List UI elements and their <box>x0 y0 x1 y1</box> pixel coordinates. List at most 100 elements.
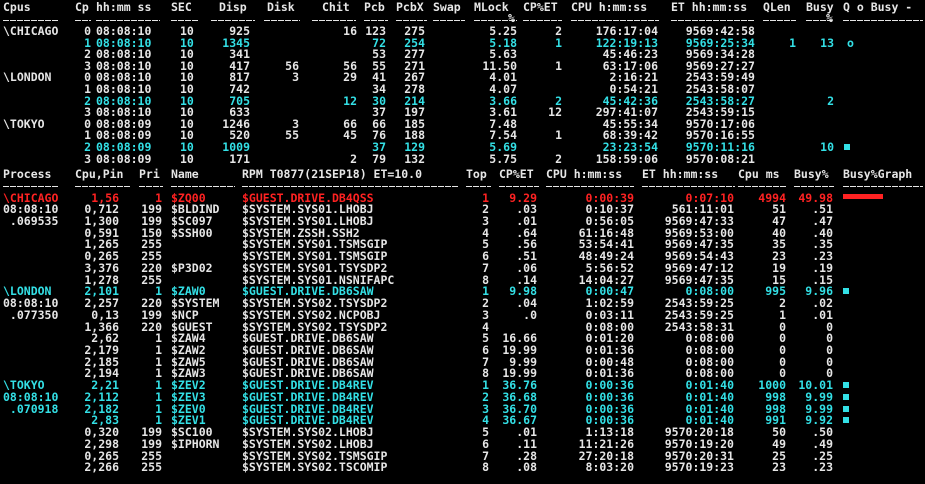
col-header-cp-et: CP%ET <box>523 0 558 14</box>
col-header-qlen: QLen <box>763 0 791 14</box>
cpu-row-busy: 2 <box>827 93 834 108</box>
cpu-row-chit: 2 <box>350 151 357 166</box>
col-header-pcb: Pcb <box>364 0 385 14</box>
cpu-row-node: \CHICAGO <box>3 24 59 38</box>
proc-header-name: Name <box>171 167 199 181</box>
header-underline <box>523 20 562 21</box>
proc-header-busy-pct: Busy% <box>794 167 829 181</box>
cpu-row-disk: 55 <box>285 128 299 143</box>
proc-row-cpu: 8:03:20 <box>585 460 634 475</box>
proc-row-et: 2543:59:25 <box>664 307 734 322</box>
proc-header-et-time: ET hh:mm:ss <box>642 167 719 181</box>
cpu-row-disk: 3 <box>292 70 299 85</box>
header-underline <box>571 20 659 21</box>
proc-header-busy-graph: Busy%Graph <box>843 167 913 181</box>
proc-row-top: 3 <box>482 307 489 322</box>
proc-header-rpm: RPM T0877(21SEP18) ET=10.0 <box>242 167 423 181</box>
header-underline <box>211 20 255 21</box>
col-header-cpus: Cpus <box>3 0 31 14</box>
proc-header-underline <box>466 186 491 187</box>
cpu-row-busy: 13 <box>820 35 834 50</box>
proc-header-underline <box>499 186 539 187</box>
header-underline <box>3 20 58 21</box>
header-underline <box>96 20 160 21</box>
cpu-row-chit: 12 <box>343 93 357 108</box>
cpu-row-node: \TOKYO <box>3 116 45 131</box>
proc-row-prog: $SYSTEM.SYS02.TSCOMIP <box>242 460 388 475</box>
proc-header-cp-et: CP%ET <box>499 167 534 181</box>
col-header-swap: Swap <box>433 0 461 14</box>
header-underline <box>806 20 832 21</box>
proc-row-pri: 199 <box>141 307 162 322</box>
proc-header-cpu-time: CPU h:mm:ss <box>546 167 623 181</box>
node-side-label: .069535 <box>3 213 59 228</box>
proc-row-busy: .01 <box>812 307 833 322</box>
header-underline <box>312 20 356 21</box>
col-header-disk: Disk <box>267 0 295 14</box>
cpu-row-busy: 10 <box>820 140 834 154</box>
busy-graph-bar <box>843 382 849 389</box>
header-underline <box>474 20 517 21</box>
col-header-hhmmss: hh:mm ss <box>96 0 152 14</box>
header-underline <box>843 20 923 21</box>
busy-graph-bar <box>843 288 849 295</box>
busy-block-indicator <box>844 144 850 150</box>
cpu-row-node: \LONDON <box>3 70 52 85</box>
busy-pct-mark: % <box>826 11 833 25</box>
proc-row-top: 8 <box>482 460 489 475</box>
proc-row-et: 9570:19:23 <box>664 460 734 475</box>
cpu-row-q: o <box>847 35 854 50</box>
proc-row-name: $P3D02 <box>171 260 213 275</box>
cpu-row-cpet: 1 <box>555 128 562 143</box>
cpu-row-pcb: 79 <box>372 151 386 166</box>
cpu-row-et: 9570:08:21 <box>685 151 755 166</box>
cpu-row-mlock: 5.75 <box>489 151 517 166</box>
col-header-disp: Disp <box>219 0 247 14</box>
header-underline <box>171 20 199 21</box>
proc-header-underline <box>171 186 235 187</box>
proc-header-top: Top <box>466 167 487 181</box>
col-header-chit: Chit <box>322 0 350 14</box>
cpu-row-cpet: 1 <box>555 35 562 50</box>
proc-row-cpet: .0 <box>523 307 537 322</box>
cpu-row-time: 08:08:09 <box>96 151 152 166</box>
proc-row-cpu: 0:03:11 <box>585 307 634 322</box>
cpu-row-cpu: 158:59:06 <box>595 151 658 166</box>
cpu-row-cpet: 1 <box>555 58 562 73</box>
cpu-row-chit: 16 <box>343 24 357 38</box>
proc-header-underline <box>546 186 634 187</box>
cpu-row-qlen: 1 <box>789 35 796 50</box>
proc-row-name: $IPHORN <box>171 436 220 451</box>
proc-header-cpu-pin: Cpu,Pin <box>75 167 124 181</box>
proc-header-cpu-ms: Cpu ms <box>738 167 780 181</box>
busy-graph-bar <box>843 193 883 199</box>
proc-row-cpums: 1 <box>779 307 786 322</box>
cpu-row-cpet: 12 <box>548 105 562 120</box>
proc-header-underline <box>139 186 163 187</box>
proc-header-pri: Pri <box>139 167 160 181</box>
cpu-row-sec: 10 <box>180 151 194 166</box>
proc-header-underline <box>75 186 131 187</box>
col-header-et-time: ET hh:mm:ss <box>671 0 748 14</box>
cpu-row-cpet: 2 <box>555 151 562 166</box>
proc-header-underline <box>794 186 834 187</box>
proc-row-cpupin: 0,13 <box>91 307 119 322</box>
mlock-pct-mark: % <box>508 11 515 25</box>
header-underline <box>396 20 427 21</box>
col-header-sec: SEC <box>171 0 192 14</box>
col-header-mlock: MLock <box>474 0 509 14</box>
proc-header-underline <box>843 186 923 187</box>
proc-row-name: $SSH00 <box>171 225 213 240</box>
col-header-q-o_busy: Q o Busy - <box>843 0 913 14</box>
busy-graph-bar <box>843 417 849 424</box>
proc-row-cpet: .08 <box>516 460 537 475</box>
header-underline <box>671 20 754 21</box>
header-underline <box>763 20 796 21</box>
proc-row-cpupin: 2,266 <box>84 460 119 475</box>
cpu-row-chit: 45 <box>343 128 357 143</box>
terminal-screen: Cpus Cp hh:mm ss SEC Disp Disk Chit Pcb PcbX Swap… <box>0 0 925 484</box>
proc-row-pri: 255 <box>141 460 162 475</box>
proc-row-prog: $SYSTEM.SYS02.NCPOBJ <box>242 307 381 322</box>
proc-header-underline <box>242 186 459 187</box>
col-header-cpu-time: CPU h:mm:ss <box>571 0 648 14</box>
